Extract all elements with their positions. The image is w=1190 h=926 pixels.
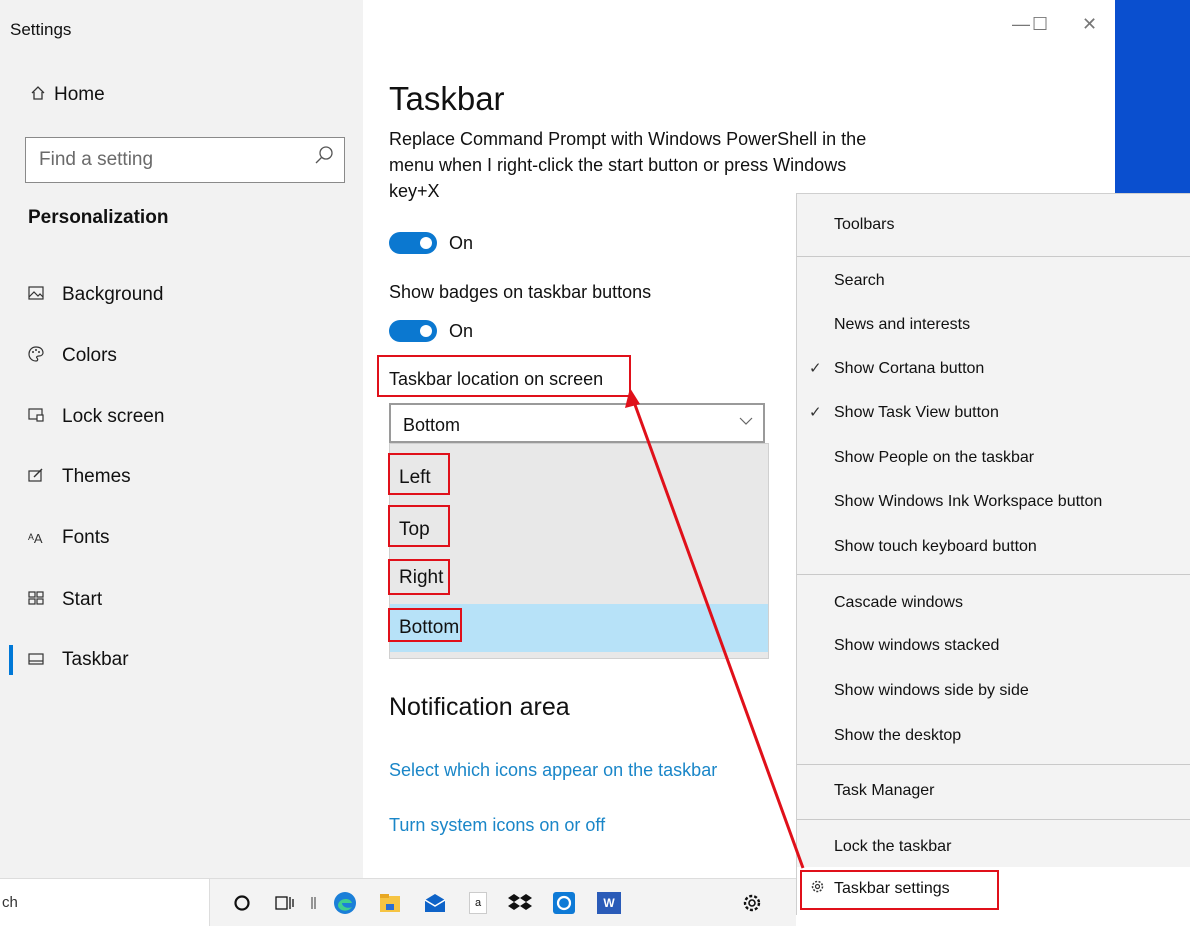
menu-item-task-manager[interactable]: Task Manager <box>834 782 935 800</box>
sidebar-item-background[interactable]: Background <box>28 280 163 310</box>
sidebar-item-label: Home <box>54 84 105 105</box>
notification-area-title: Notification area <box>389 693 570 721</box>
taskbar-icon <box>28 652 62 669</box>
amazon-icon[interactable]: a <box>466 891 490 915</box>
dropbox-icon[interactable] <box>508 891 532 915</box>
menu-item-task-view[interactable]: Show Task View button <box>834 404 999 422</box>
badges-toggle[interactable]: On <box>389 320 473 342</box>
sidebar-item-label: Themes <box>62 466 131 487</box>
word-glyph: W <box>597 892 621 914</box>
page-title: Taskbar <box>389 80 505 117</box>
close-button[interactable]: ✕ <box>1082 14 1097 35</box>
task-view-icon[interactable] <box>273 891 297 915</box>
start-icon <box>28 591 62 609</box>
chevron-down-icon <box>739 413 753 429</box>
active-indicator <box>9 645 13 675</box>
separator-icon <box>302 891 326 915</box>
menu-separator <box>797 256 1190 257</box>
sidebar-item-label: Fonts <box>62 527 110 548</box>
search-placeholder: Find a setting <box>39 149 154 170</box>
toggle-state: On <box>449 320 474 341</box>
taskbar-search-box[interactable]: ch <box>0 879 210 926</box>
taskbar-context-menu: Toolbars Search News and interests ✓ Sho… <box>796 193 1190 916</box>
menu-item-stacked[interactable]: Show windows stacked <box>834 637 999 655</box>
edge-icon[interactable] <box>333 891 357 915</box>
sidebar-item-colors[interactable]: Colors <box>28 341 117 371</box>
menu-item-lock-taskbar[interactable]: Lock the taskbar <box>834 838 951 856</box>
menu-item-ink[interactable]: Show Windows Ink Workspace button <box>834 493 1102 511</box>
fonts-icon: ᴬA <box>28 530 43 546</box>
menu-item-touch-keyboard[interactable]: Show touch keyboard button <box>834 538 1037 556</box>
sidebar-item-label: Taskbar <box>62 649 129 670</box>
system-icons-link[interactable]: Turn system icons on or off <box>389 815 605 836</box>
menu-separator <box>797 819 1190 820</box>
menu-item-side-by-side[interactable]: Show windows side by side <box>834 682 1029 700</box>
select-icons-link[interactable]: Select which icons appear on the taskbar <box>389 760 717 781</box>
location-dropdown[interactable]: Bottom <box>389 403 765 443</box>
annotation-box <box>388 608 462 642</box>
toggle-state: On <box>449 232 474 253</box>
menu-item-cascade[interactable]: Cascade windows <box>834 594 963 612</box>
sidebar-item-label: Background <box>62 284 164 305</box>
menu-separator <box>797 574 1190 575</box>
dropdown-value: Bottom <box>403 415 461 435</box>
minimize-button[interactable]: — <box>1012 14 1030 35</box>
annotation-box <box>800 870 999 910</box>
annotation-box <box>377 355 631 397</box>
powershell-toggle[interactable]: On <box>389 232 473 254</box>
sidebar-item-fonts[interactable]: ᴬA Fonts <box>28 523 110 553</box>
sidebar-item-start[interactable]: Start <box>28 585 102 615</box>
sidebar-item-lock-screen[interactable]: Lock screen <box>28 402 164 432</box>
toggle-knob <box>420 325 432 337</box>
sidebar-item-home[interactable]: Home <box>30 84 105 106</box>
sidebar: Settings Home Find a setting Personaliza… <box>0 0 363 878</box>
toggle-switch[interactable] <box>389 320 437 342</box>
home-icon <box>30 85 54 106</box>
windows-taskbar: ch a W <box>0 878 796 926</box>
check-icon: ✓ <box>809 404 822 421</box>
menu-separator <box>797 764 1190 765</box>
app-title: Settings <box>10 20 72 39</box>
sidebar-item-label: Start <box>62 589 103 610</box>
annotation-box <box>388 559 450 595</box>
settings-icon[interactable] <box>740 891 764 915</box>
menu-item-news[interactable]: News and interests <box>834 316 970 334</box>
sidebar-item-taskbar[interactable]: Taskbar <box>28 645 129 675</box>
background-icon <box>28 286 62 304</box>
colors-icon <box>28 346 62 366</box>
section-title: Personalization <box>28 207 169 228</box>
annotation-box <box>388 505 450 547</box>
mail-icon[interactable] <box>423 891 447 915</box>
check-icon: ✓ <box>809 360 822 377</box>
sidebar-item-label: Colors <box>62 345 117 366</box>
themes-icon <box>28 468 62 486</box>
maximize-button[interactable]: ☐ <box>1032 14 1048 35</box>
menu-item-search[interactable]: Search <box>834 272 885 290</box>
amazon-glyph: a <box>469 892 487 914</box>
cortana-app-icon[interactable] <box>552 891 576 915</box>
menu-item-show-desktop[interactable]: Show the desktop <box>834 727 961 745</box>
search-icon <box>314 145 334 171</box>
toggle-knob <box>420 237 432 249</box>
annotation-box <box>388 453 450 495</box>
search-input[interactable]: Find a setting <box>25 137 345 183</box>
sidebar-item-themes[interactable]: Themes <box>28 462 131 492</box>
menu-item-people[interactable]: Show People on the taskbar <box>834 449 1034 467</box>
cortana-icon[interactable] <box>230 891 254 915</box>
menu-item-toolbars[interactable]: Toolbars <box>834 216 894 234</box>
menu-item-cortana[interactable]: Show Cortana button <box>834 360 984 378</box>
file-explorer-icon[interactable] <box>378 891 402 915</box>
taskbar-search-text: ch <box>2 894 18 911</box>
badges-setting-label: Show badges on taskbar buttons <box>389 282 652 302</box>
word-icon[interactable]: W <box>597 891 621 915</box>
sidebar-item-label: Lock screen <box>62 406 165 427</box>
lock-screen-icon <box>28 408 62 426</box>
toggle-switch[interactable] <box>389 232 437 254</box>
